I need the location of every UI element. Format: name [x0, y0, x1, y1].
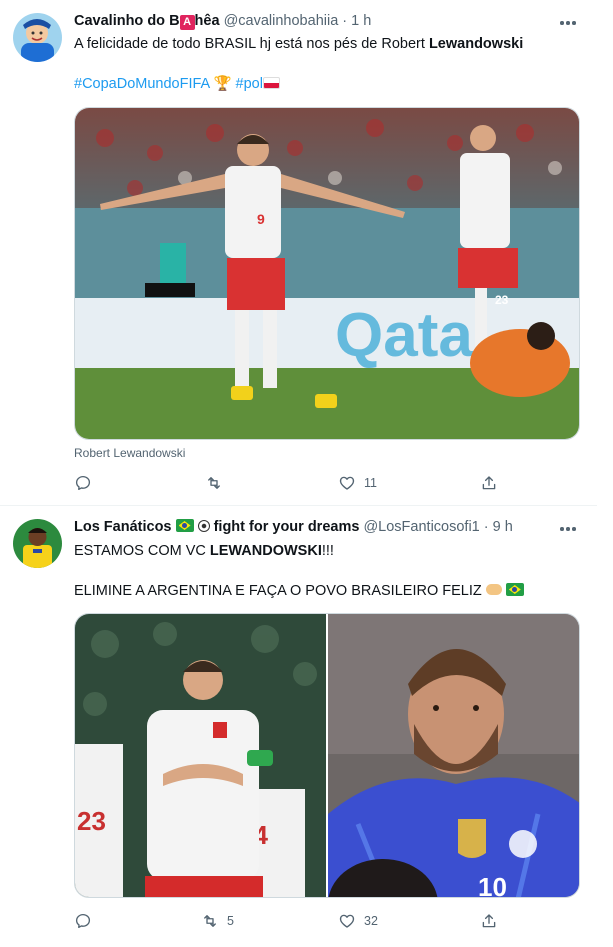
like-button[interactable]: 32: [338, 912, 378, 930]
messi-portrait-image: 10: [328, 614, 579, 898]
author-handle[interactable]: @cavalinhobahiia: [224, 13, 339, 29]
tweet-hashtags: #CopaDoMundoFIFA 🏆 #pol: [74, 74, 583, 94]
retweet-icon: [208, 477, 220, 489]
like-count: 32: [364, 914, 378, 928]
trophy-icon: 🏆: [213, 76, 232, 92]
author-handle[interactable]: @LosFanticosofi1: [363, 519, 479, 535]
retweet-icon: [204, 915, 216, 927]
share-button[interactable]: [480, 474, 498, 492]
soccer-ball-icon: [197, 520, 210, 532]
tweet-header: Cavalinho do B Ahêa @cavalinhobahiia · 1 …: [74, 13, 557, 33]
tweet-photo[interactable]: Qata 9 23: [74, 107, 580, 440]
reply-icon: [75, 913, 91, 929]
tweet-actions: 5 32: [74, 912, 597, 932]
heart-icon: [339, 476, 355, 490]
share-icon: [482, 914, 496, 928]
retweet-button[interactable]: [205, 474, 231, 492]
lewandowski-heart-gesture-image: 23 24: [75, 614, 326, 897]
photo-right[interactable]: 10: [328, 614, 579, 898]
media-caption: Robert Lewandowski: [74, 446, 186, 460]
lewandowski-celebration-image: Qata 9 23: [75, 108, 579, 439]
retweet-count: 5: [227, 914, 234, 928]
tweet[interactable]: Los Fanáticos fight for your dreams @Los…: [0, 506, 597, 947]
more-options-icon[interactable]: [557, 520, 579, 538]
separator: ·: [483, 519, 489, 535]
author-name[interactable]: Los Fanáticos fight for your dreams: [74, 519, 359, 535]
more-options-icon[interactable]: [557, 14, 579, 32]
tweet-header: Los Fanáticos fight for your dreams @Los…: [74, 519, 557, 539]
share-icon: [482, 476, 496, 490]
separator: ·: [342, 13, 348, 29]
reply-icon: [75, 475, 91, 491]
photo-left[interactable]: 23 24: [75, 614, 326, 897]
hashtag-pol[interactable]: #pol: [236, 76, 263, 92]
jersey-number: 23: [77, 806, 106, 836]
poland-flag-icon: [262, 77, 280, 89]
reply-button[interactable]: [74, 912, 100, 930]
author-name[interactable]: Cavalinho do B Ahêa: [74, 13, 220, 30]
avatar[interactable]: [13, 519, 62, 568]
reply-button[interactable]: [74, 474, 100, 492]
letter-a-badge-icon: A: [179, 15, 195, 30]
tweet-text-line1: ESTAMOS COM VC LEWANDOWSKI!!!: [74, 543, 334, 559]
tweet[interactable]: Cavalinho do B Ahêa @cavalinhobahiia · 1 …: [0, 0, 597, 506]
hashtag-copa[interactable]: #CopaDoMundoFIFA: [74, 76, 209, 92]
heart-icon: [339, 914, 355, 928]
brazil-flag-icon: [175, 519, 194, 532]
jersey-number: 10: [478, 872, 507, 898]
share-button[interactable]: [480, 912, 498, 930]
tweet-time[interactable]: 9 h: [493, 519, 513, 535]
tweet-text-line2: ELIMINE A ARGENTINA E FAÇA O POVO BRASIL…: [74, 581, 583, 601]
like-count: 11: [364, 476, 377, 490]
tweet-actions: 11: [74, 474, 597, 494]
avatar[interactable]: [13, 13, 62, 62]
tweet-photo-grid: 23 24: [74, 613, 580, 898]
tweet-time[interactable]: 1 h: [351, 13, 371, 29]
tweet-text: A felicidade de todo BRASIL hj está nos …: [74, 36, 524, 52]
like-button[interactable]: 11: [338, 474, 377, 492]
handshake-icon: [485, 584, 502, 595]
jersey-number: 23: [495, 293, 509, 307]
brazil-flag-icon: [505, 583, 524, 596]
svg-text:Qata: Qata: [335, 301, 473, 370]
jersey-number: 9: [257, 211, 265, 227]
retweet-button[interactable]: 5: [201, 912, 234, 930]
